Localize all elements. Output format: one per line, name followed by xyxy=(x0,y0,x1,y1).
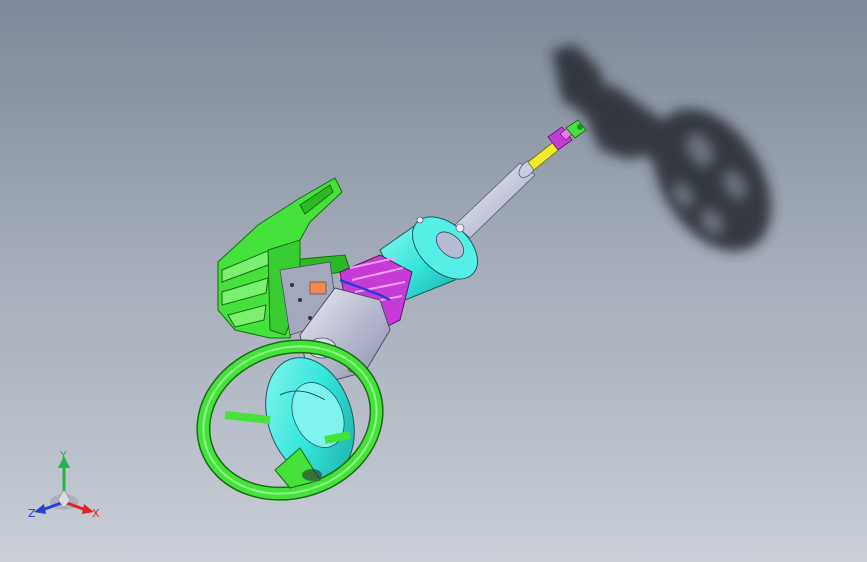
z-axis-label: Z xyxy=(28,507,36,520)
y-axis-label: Y xyxy=(60,449,67,462)
graphics-viewport[interactable]: Y X Z xyxy=(0,0,867,562)
steering-shaft[interactable] xyxy=(454,158,538,239)
model-scene[interactable] xyxy=(0,0,867,562)
orientation-triad[interactable]: Y X Z xyxy=(22,450,112,530)
x-axis-label: X xyxy=(92,507,100,520)
model-shadow xyxy=(552,45,772,252)
